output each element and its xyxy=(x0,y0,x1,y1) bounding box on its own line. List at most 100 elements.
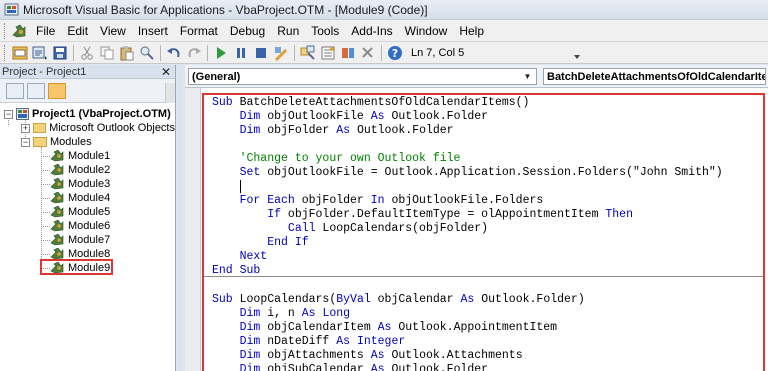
svg-text:?: ? xyxy=(391,47,397,60)
tree-node-module[interactable]: Module1 xyxy=(0,149,175,163)
menu-grip[interactable] xyxy=(4,22,7,39)
insert-module-button[interactable] xyxy=(30,44,49,62)
tree-node-module[interactable]: Module6 xyxy=(0,219,175,233)
open-folder-icon xyxy=(33,137,47,147)
object-dropdown[interactable]: (General) xyxy=(188,68,537,85)
expand-icon[interactable]: + xyxy=(21,123,30,133)
toolbar-separator xyxy=(381,44,382,61)
cut-button[interactable] xyxy=(77,44,96,62)
project-explorer-button[interactable] xyxy=(298,44,317,62)
tree-line xyxy=(41,170,50,171)
tree-line xyxy=(41,198,50,199)
undo-button[interactable] xyxy=(164,44,183,62)
code-highlight-box xyxy=(202,93,765,371)
toggle-folders-button[interactable] xyxy=(48,82,66,99)
break-button[interactable] xyxy=(231,44,250,62)
code-editor[interactable]: Sub BatchDeleteAttachmentsOfOldCalendarI… xyxy=(185,87,768,371)
toolbox-button[interactable] xyxy=(358,44,377,62)
menu-help[interactable]: Help xyxy=(454,24,491,38)
module-icon xyxy=(50,234,64,246)
toolbar-options-icon[interactable] xyxy=(572,45,582,61)
vba-editor-window: Microsoft Visual Basic for Applications … xyxy=(0,0,768,371)
procedure-dropdown[interactable]: BatchDeleteAttachmentsOfOldCalendarItems xyxy=(543,68,766,85)
paste-button[interactable] xyxy=(117,44,136,62)
save-icon xyxy=(53,46,66,59)
menu-edit[interactable]: Edit xyxy=(62,24,95,38)
pane-splitter[interactable] xyxy=(177,65,185,371)
tree-line xyxy=(41,212,50,213)
menu-run[interactable]: Run xyxy=(272,24,306,38)
toolbar-separator xyxy=(160,44,161,61)
reset-button[interactable] xyxy=(251,44,270,62)
menu-format[interactable]: Format xyxy=(175,24,225,38)
standard-toolbar: ? Ln 7, Col 5 xyxy=(0,42,768,64)
project-root-label: Project1 (VbaProject.OTM) xyxy=(32,108,171,120)
host-app-icon xyxy=(12,46,27,59)
close-icon[interactable]: ✕ xyxy=(161,65,171,79)
menu-window[interactable]: Window xyxy=(400,24,455,38)
tree-line xyxy=(41,254,50,255)
object-browser-icon xyxy=(341,47,354,58)
view-object-button[interactable] xyxy=(27,82,45,99)
module-label: Module3 xyxy=(68,178,111,190)
run-button[interactable] xyxy=(211,44,230,62)
menu-add-ins[interactable]: Add-Ins xyxy=(346,24,399,38)
project-explorer-title: Project - Project1 xyxy=(2,65,87,78)
tree-node-module[interactable]: Module4 xyxy=(0,191,175,205)
collapse-icon[interactable]: − xyxy=(21,137,30,147)
outlook-objects-label: Microsoft Outlook Objects xyxy=(49,122,175,134)
menu-debug[interactable]: Debug xyxy=(225,24,272,38)
view-code-button[interactable] xyxy=(6,82,24,99)
module-label: Module6 xyxy=(68,220,111,232)
tree-node-project[interactable]: − Project1 (VbaProject.OTM) xyxy=(0,107,175,121)
toolbar-separator xyxy=(294,44,295,61)
properties-icon xyxy=(321,46,334,59)
menu-file[interactable]: File xyxy=(31,24,62,38)
insert-module-icon xyxy=(32,46,47,60)
tree-line xyxy=(41,184,50,185)
chevron-down-icon[interactable]: ▼ xyxy=(521,69,534,84)
save-button[interactable] xyxy=(50,44,69,62)
tree-line xyxy=(41,226,50,227)
module-label: Module4 xyxy=(68,192,111,204)
properties-window-button[interactable] xyxy=(318,44,337,62)
help-button[interactable]: ? xyxy=(385,44,404,62)
copy-button[interactable] xyxy=(97,44,116,62)
tree-node-module[interactable]: Module7 xyxy=(0,233,175,247)
module9-highlight-box xyxy=(40,259,113,275)
project-explorer-toolbar xyxy=(0,79,175,103)
module-icon xyxy=(50,178,64,190)
scrollbar-stub[interactable] xyxy=(165,83,175,103)
design-mode-button[interactable] xyxy=(271,44,290,62)
code-window-combos: (General) ▼ BatchDeleteAttachmentsOfOldC… xyxy=(185,65,768,87)
module-list: Module1 Module2 Module3 Module4 Module5 Modul… xyxy=(0,149,175,275)
menu-bar: File Edit View Insert Format Debug Run T… xyxy=(0,20,768,42)
object-browser-button[interactable] xyxy=(338,44,357,62)
toolbar-grip[interactable] xyxy=(4,44,7,61)
copy-icon xyxy=(100,46,113,59)
menu-tools[interactable]: Tools xyxy=(306,24,346,38)
toolbox-icon xyxy=(361,46,373,58)
project-tree: − Project1 (VbaProject.OTM) + Microsoft … xyxy=(0,103,175,275)
tree-node-module[interactable]: Module5 xyxy=(0,205,175,219)
tree-node-module[interactable]: Module3 xyxy=(0,177,175,191)
collapse-icon[interactable]: − xyxy=(4,109,13,119)
module-icon xyxy=(50,192,64,204)
vba-menu-icon[interactable] xyxy=(11,23,27,39)
find-button[interactable] xyxy=(137,44,156,62)
undo-icon xyxy=(166,47,179,57)
margin-indicator-bar[interactable] xyxy=(185,88,201,371)
redo-button[interactable] xyxy=(184,44,203,62)
tree-node-module[interactable]: Module2 xyxy=(0,163,175,177)
tree-line xyxy=(41,156,50,157)
title-bar: Microsoft Visual Basic for Applications … xyxy=(0,0,768,20)
menu-insert[interactable]: Insert xyxy=(133,24,175,38)
code-window: (General) ▼ BatchDeleteAttachmentsOfOldC… xyxy=(185,65,768,371)
object-dropdown-value: (General) xyxy=(192,70,241,83)
project-explorer-pane: Project - Project1 ✕ − Project1 (VbaProj… xyxy=(0,65,176,371)
tree-node-modules[interactable]: − Modules xyxy=(0,135,175,149)
module-label: Module1 xyxy=(68,150,111,162)
menu-view[interactable]: View xyxy=(95,24,133,38)
tree-node-outlook-objects[interactable]: + Microsoft Outlook Objects xyxy=(0,121,175,135)
view-host-app-button[interactable] xyxy=(10,44,29,62)
